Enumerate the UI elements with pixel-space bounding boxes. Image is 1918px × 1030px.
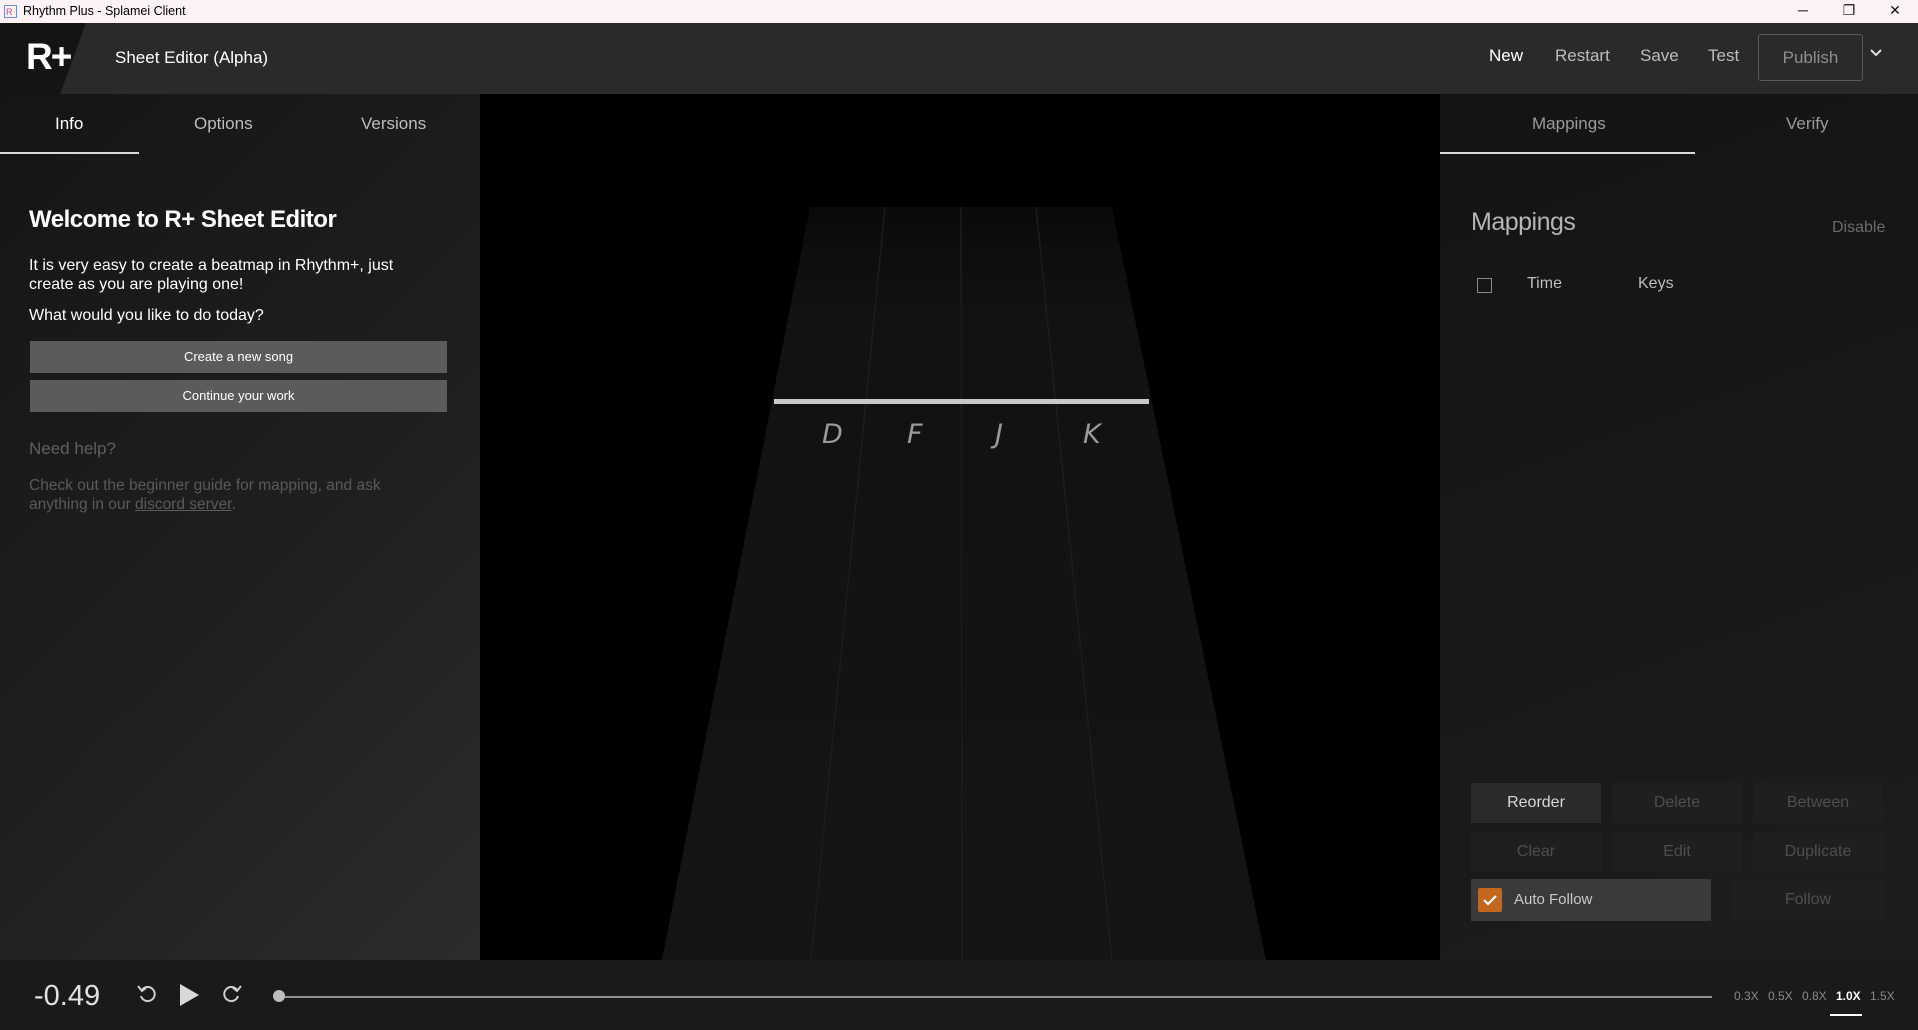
active-tab-indicator [0,152,139,154]
tab-mappings[interactable]: Mappings [1532,114,1606,134]
auto-follow-checkbox[interactable] [1478,888,1502,912]
app-header: R+ Sheet Editor (Alpha) New Restart Save… [0,23,1918,94]
app-icon: R [4,5,17,18]
window-title: Rhythm Plus - Splamei Client [23,4,186,18]
save-button[interactable]: Save [1640,46,1679,66]
duplicate-button[interactable]: Duplicate [1753,832,1883,872]
discord-server-link[interactable]: discord server [135,496,231,513]
speed-1-0x[interactable]: 1.0X [1836,989,1861,1003]
judgement-line [774,399,1149,404]
close-button[interactable]: ✕ [1872,0,1918,23]
left-tabs: Info Options Versions [0,94,480,154]
between-button[interactable]: Between [1753,783,1883,823]
left-panel: Info Options Versions Welcome to R+ Shee… [0,94,480,960]
reorder-button[interactable]: Reorder [1471,783,1601,823]
help-text-end: . [231,496,236,513]
new-button[interactable]: New [1489,46,1523,66]
create-new-song-button[interactable]: Create a new song [30,341,447,373]
follow-button[interactable]: Follow [1733,879,1883,921]
help-text: Check out the beginner guide for mapping… [29,476,429,514]
speed-0-5x[interactable]: 0.5X [1768,989,1793,1003]
active-speed-indicator [1830,1014,1862,1016]
svg-text:R: R [6,7,13,17]
publish-button[interactable]: Publish [1758,34,1863,81]
edit-button[interactable]: Edit [1612,832,1742,872]
column-header-time: Time [1527,275,1562,292]
progress-slider[interactable] [280,996,1712,998]
auto-follow-toggle[interactable]: Auto Follow [1471,879,1711,921]
logo[interactable]: R+ [26,36,72,78]
speed-1-5x[interactable]: 1.5X [1870,989,1895,1003]
transport-bar: -0.49 0.3X 0.5X 0.8X 1.0X 1.5X [0,960,1918,1030]
tab-info[interactable]: Info [55,114,83,134]
lane-key-j: J [995,419,1003,450]
lane-key-k: K [1083,419,1101,450]
checkmark-icon [1483,895,1497,906]
progress-knob[interactable] [273,990,285,1002]
tab-options[interactable]: Options [194,114,253,134]
lane-key-f: F [907,419,923,450]
tab-versions[interactable]: Versions [361,114,426,134]
select-all-checkbox[interactable] [1477,278,1492,293]
note-highway-area: D F J K [480,94,1440,960]
welcome-title: Welcome to R+ Sheet Editor [29,206,337,233]
delete-button[interactable]: Delete [1612,783,1742,823]
note-highway [662,206,1266,960]
clear-button[interactable]: Clear [1471,832,1601,872]
tab-verify[interactable]: Verify [1786,114,1829,134]
current-time: -0.49 [34,980,101,1012]
editor-title: Sheet Editor (Alpha) [115,48,269,67]
help-title: Need help? [29,439,116,458]
continue-work-button[interactable]: Continue your work [30,380,447,412]
os-title-bar: R Rhythm Plus - Splamei Client ─ ❐ ✕ [0,0,1918,23]
right-panel: Mappings Verify Mappings Disable Time Ke… [1440,94,1918,960]
forward-icon[interactable] [221,982,243,1004]
minimize-button[interactable]: ─ [1780,0,1826,23]
highway-lanes [662,207,1266,960]
chevron-down-icon[interactable] [1868,45,1884,61]
speed-0-8x[interactable]: 0.8X [1802,989,1827,1003]
welcome-question: What would you like to do today? [29,307,264,324]
column-header-keys: Keys [1638,275,1674,292]
test-button[interactable]: Test [1708,46,1739,66]
auto-follow-label: Auto Follow [1514,891,1593,908]
maximize-button[interactable]: ❐ [1826,0,1872,23]
active-tab-indicator [1440,152,1695,154]
welcome-description: It is very easy to create a beatmap in R… [29,257,394,293]
restart-button[interactable]: Restart [1555,46,1610,66]
rewind-icon[interactable] [136,982,158,1004]
lane-key-d: D [822,419,843,450]
disable-button[interactable]: Disable [1832,219,1885,237]
speed-0-3x[interactable]: 0.3X [1734,989,1759,1003]
lane-divider [960,206,963,960]
play-icon[interactable] [177,982,201,1008]
mappings-title: Mappings [1471,208,1576,236]
